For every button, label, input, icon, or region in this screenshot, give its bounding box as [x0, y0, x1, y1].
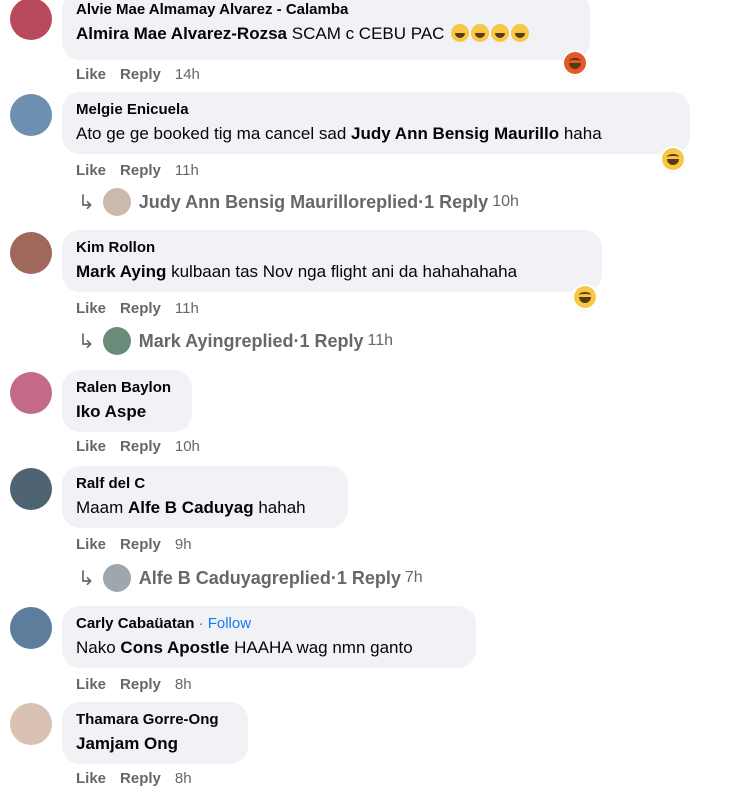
comment-actions: Like Reply 14h [76, 66, 214, 83]
laugh-emoji-icon [471, 24, 490, 42]
comment-time[interactable]: 10h [175, 438, 200, 455]
like-button[interactable]: Like [76, 162, 106, 179]
like-button[interactable]: Like [76, 300, 106, 317]
mention-link[interactable]: Jamjam Ong [76, 734, 178, 753]
replier-avatar [102, 188, 131, 216]
like-button[interactable]: Like [76, 438, 106, 455]
comment-bubble: Carly Cabaüatan · Follow Nako Cons Apost… [62, 606, 476, 668]
comment-author[interactable]: Melgie Enicuela [76, 100, 676, 119]
reply-button[interactable]: Reply [120, 438, 161, 455]
like-button[interactable]: Like [76, 770, 106, 787]
comment-bubble: Thamara Gorre-Ong Jamjam Ong [62, 702, 248, 764]
avatar[interactable] [10, 372, 52, 414]
reply-button[interactable]: Reply [120, 536, 161, 553]
comment-bubble: Ralen Baylon Iko Aspe [62, 370, 192, 432]
reply-button[interactable]: Reply [120, 66, 161, 83]
reply-arrow-icon: ↳ [78, 567, 95, 590]
comment-actions: Like Reply 11h [76, 162, 213, 179]
comment-bubble: Melgie Enicuela Ato ge ge booked tig ma … [62, 92, 690, 154]
comment-author[interactable]: Ralf del C [76, 474, 334, 493]
mention-link[interactable]: Alfe B Caduyag [128, 498, 254, 517]
reply-arrow-icon: ↳ [78, 330, 95, 353]
comment-text: Jamjam Ong [76, 732, 234, 755]
comment-bubble: Alvie Mae Almamay Alvarez - Calamba Almi… [62, 0, 590, 60]
mention-link[interactable]: Iko Aspe [76, 402, 146, 421]
comment-actions: Like Reply 8h [76, 676, 206, 693]
reply-button[interactable]: Reply [120, 676, 161, 693]
like-button[interactable]: Like [76, 536, 106, 553]
comment-text: Mark Aying kulbaan tas Nov nga flight an… [76, 262, 518, 281]
comment-text: Nako Cons Apostle HAAHA wag nmn ganto [76, 638, 413, 657]
haha-reaction-icon[interactable] [574, 286, 596, 308]
mention-link[interactable]: Almira Mae Alvarez-Rozsa [76, 24, 287, 43]
comment-author: Carly Cabaüatan · Follow [76, 615, 252, 632]
comment-text: Ato ge ge booked tig ma cancel sad Judy … [76, 124, 602, 143]
comment-author[interactable]: Kim Rollon [76, 238, 588, 257]
comment-time[interactable]: 8h [175, 770, 192, 787]
reply-button[interactable]: Reply [120, 162, 161, 179]
comment-text: Iko Aspe [76, 400, 178, 423]
reply-button[interactable]: Reply [120, 770, 161, 787]
avatar[interactable] [10, 607, 52, 649]
comment-actions: Like Reply 9h [76, 536, 206, 553]
mention-link[interactable]: Judy Ann Bensig Maurillo [351, 124, 559, 143]
comment-text: Maam Alfe B Caduyag hahah [76, 498, 306, 517]
avatar[interactable] [10, 0, 52, 40]
comment-author[interactable]: Thamara Gorre-Ong [76, 710, 234, 729]
avatar[interactable] [10, 232, 52, 274]
comment-time[interactable]: 11h [175, 300, 199, 317]
comment-time[interactable]: 14h [175, 66, 200, 83]
view-replies-link[interactable]: ↳ Alfe B Caduyag replied · 1 Reply 7h [78, 564, 423, 592]
reply-arrow-icon: ↳ [78, 191, 95, 214]
comment-actions: Like Reply 10h [76, 438, 214, 455]
view-replies-link[interactable]: ↳ Mark Aying replied · 1 Reply 11h [78, 327, 393, 355]
avatar[interactable] [10, 94, 52, 136]
comment-time[interactable]: 9h [175, 536, 192, 553]
replier-avatar [102, 327, 131, 355]
view-replies-link[interactable]: ↳ Judy Ann Bensig Maurillo replied · 1 R… [78, 188, 519, 216]
follow-button[interactable]: Follow [208, 615, 251, 632]
avatar[interactable] [10, 468, 52, 510]
comment-text: Almira Mae Alvarez-Rozsa SCAM c CEBU PAC [76, 22, 576, 45]
comment-time[interactable]: 8h [175, 676, 192, 693]
laugh-emoji-icon [511, 24, 530, 42]
laugh-emoji-icon [451, 24, 470, 42]
comment-time[interactable]: 11h [175, 162, 199, 179]
mention-link[interactable]: Cons Apostle [120, 638, 229, 657]
haha-reaction-icon[interactable] [662, 148, 684, 170]
laugh-emoji-icon [491, 24, 510, 42]
angry-reaction-icon[interactable] [564, 52, 586, 74]
comment-author[interactable]: Alvie Mae Almamay Alvarez - Calamba [76, 0, 576, 19]
comment-bubble: Kim Rollon Mark Aying kulbaan tas Nov ng… [62, 230, 602, 292]
avatar[interactable] [10, 703, 52, 745]
mention-link[interactable]: Mark Aying [76, 262, 166, 281]
comment-actions: Like Reply 11h [76, 300, 213, 317]
like-button[interactable]: Like [76, 676, 106, 693]
replier-avatar [102, 564, 131, 592]
like-button[interactable]: Like [76, 66, 106, 83]
comment-actions: Like Reply 8h [76, 770, 206, 787]
comment-author[interactable]: Ralen Baylon [76, 378, 178, 397]
reply-button[interactable]: Reply [120, 300, 161, 317]
comment-bubble: Ralf del C Maam Alfe B Caduyag hahah [62, 466, 348, 528]
